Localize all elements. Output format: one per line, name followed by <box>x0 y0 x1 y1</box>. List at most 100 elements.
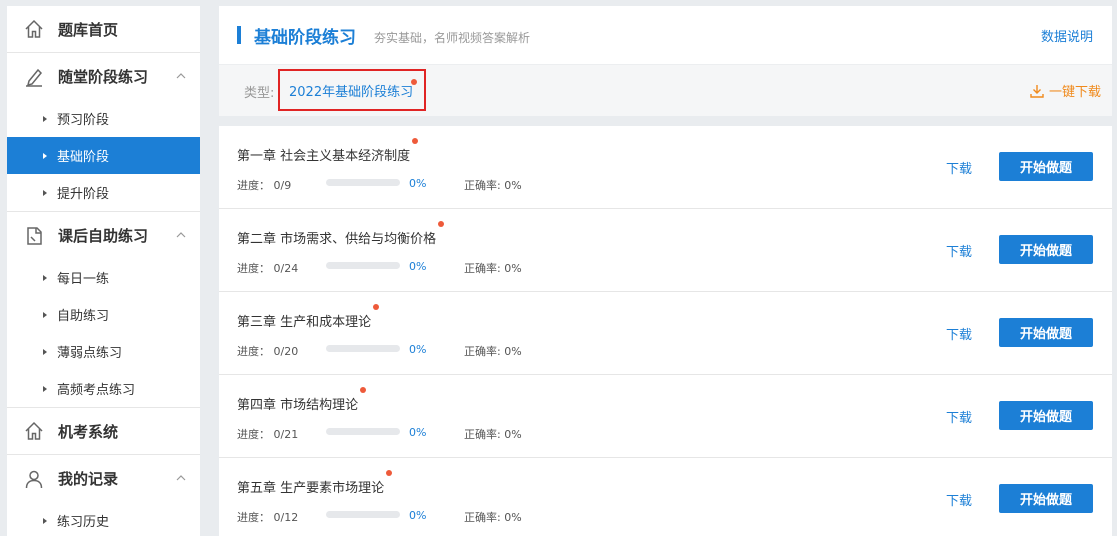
progress-count: 0/20 <box>273 345 299 358</box>
progress-text: 进度： 0/9 <box>237 177 291 193</box>
progress-bar <box>326 179 400 186</box>
new-dot <box>412 138 419 144</box>
notebook-icon <box>23 225 45 247</box>
download-link[interactable]: 下载 <box>946 158 972 177</box>
start-practice-button[interactable]: 开始做题 <box>999 235 1093 264</box>
sidebar-item-exam[interactable]: 机考系统 <box>7 408 200 455</box>
sidebar-item-preview[interactable]: 预习阶段 <box>7 100 200 137</box>
header-panel: 基础阶段练习 夯实基础，名师视频答案解析 数据说明 类型: 2022年基础阶段练… <box>219 6 1112 116</box>
sidebar-group-label: 我的记录 <box>58 470 119 488</box>
start-practice-button[interactable]: 开始做题 <box>999 152 1093 181</box>
chevron-up-icon[interactable] <box>176 71 186 81</box>
download-all-button[interactable]: 一键下载 <box>1030 81 1101 100</box>
progress-count: 0/12 <box>273 511 299 524</box>
progress-label: 进度： <box>237 345 270 358</box>
chapter-list: 第一章 社会主义基本经济制度 进度： 0/9 0% 正确率: 0% 下载 开始做题 第二章 … <box>219 126 1112 536</box>
data-description-link[interactable]: 数据说明 <box>1041 26 1093 45</box>
progress-count: 0/9 <box>273 179 292 192</box>
sidebar: 题库首页 随堂阶段练习 预习阶段 基础阶段 提升阶段 课后自助练习 每日一练 自… <box>7 6 200 536</box>
sidebar-item-label: 每日一练 <box>57 272 110 287</box>
start-practice-button[interactable]: 开始做题 <box>999 484 1093 513</box>
accuracy-text: 正确率: 0% <box>464 179 522 192</box>
type-label: 类型: <box>244 86 275 101</box>
header-title-row: 基础阶段练习 夯实基础，名师视频答案解析 数据说明 <box>219 6 1112 64</box>
sidebar-item-label: 题库首页 <box>58 20 119 39</box>
accuracy-text: 正确率: 0% <box>464 262 522 275</box>
progress-percent: 0% <box>409 260 427 273</box>
download-all-label: 一键下载 <box>1048 85 1101 100</box>
type-option-selected[interactable]: 2022年基础阶段练习 <box>278 69 426 111</box>
home-icon <box>23 18 45 40</box>
sidebar-item-label: 提升阶段 <box>57 187 110 202</box>
sidebar-item-label: 高频考点练习 <box>57 383 136 398</box>
new-dot <box>360 387 367 393</box>
caret-right-icon <box>43 152 47 159</box>
sidebar-item-weak[interactable]: 薄弱点练习 <box>7 333 200 370</box>
chapter-title-text: 第一章 社会主义基本经济制度 <box>237 149 411 164</box>
sidebar-group-class-practice: 随堂阶段练习 预习阶段 基础阶段 提升阶段 <box>7 53 200 212</box>
new-dot <box>438 221 445 227</box>
sidebar-group-label: 随堂阶段练习 <box>58 68 149 86</box>
sidebar-item-home[interactable]: 题库首页 <box>7 6 200 53</box>
sidebar-item-basic[interactable]: 基础阶段 <box>7 137 200 174</box>
download-link[interactable]: 下载 <box>946 324 972 343</box>
caret-right-icon <box>43 274 47 281</box>
page-subtitle: 夯实基础，名师视频答案解析 <box>374 30 531 45</box>
sidebar-group-records: 我的记录 练习历史 <box>7 455 200 536</box>
progress-percent: 0% <box>409 343 427 356</box>
sidebar-item-label: 机考系统 <box>58 422 119 441</box>
sidebar-group-title[interactable]: 课后自助练习 <box>7 212 200 259</box>
sidebar-group-title[interactable]: 随堂阶段练习 <box>7 53 200 100</box>
sidebar-item-history[interactable]: 练习历史 <box>7 502 200 536</box>
download-link[interactable]: 下载 <box>946 407 972 426</box>
download-icon <box>1030 84 1044 98</box>
type-filter-row: 类型: 2022年基础阶段练习 一键下载 <box>219 64 1112 116</box>
chapter-row: 第一章 社会主义基本经济制度 进度： 0/9 0% 正确率: 0% 下载 开始做题 <box>219 126 1112 209</box>
sidebar-item-label: 预习阶段 <box>57 113 110 128</box>
progress-label: 进度： <box>237 262 270 275</box>
user-icon <box>23 468 45 490</box>
chevron-up-icon[interactable] <box>176 230 186 240</box>
chapter-row: 第二章 市场需求、供给与均衡价格 进度： 0/24 0% 正确率: 0% 下载 开始做题 <box>219 209 1112 292</box>
sidebar-item-label: 自助练习 <box>57 309 110 324</box>
progress-count: 0/21 <box>273 428 299 441</box>
accuracy-text: 正确率: 0% <box>464 511 522 524</box>
sidebar-group-title[interactable]: 我的记录 <box>7 455 200 502</box>
chapter-title-text: 第五章 生产要素市场理论 <box>237 481 385 496</box>
sidebar-item-frequent[interactable]: 高频考点练习 <box>7 370 200 407</box>
accuracy-text: 正确率: 0% <box>464 428 522 441</box>
sidebar-group-self-practice: 课后自助练习 每日一练 自助练习 薄弱点练习 高频考点练习 <box>7 212 200 408</box>
sidebar-group-label: 课后自助练习 <box>58 227 149 245</box>
progress-percent: 0% <box>409 509 427 522</box>
sidebar-item-label: 练习历史 <box>57 515 110 530</box>
chapter-row: 第三章 生产和成本理论 进度： 0/20 0% 正确率: 0% 下载 开始做题 <box>219 292 1112 375</box>
progress-bar <box>326 345 400 352</box>
download-link[interactable]: 下载 <box>946 490 972 509</box>
progress-count: 0/24 <box>273 262 299 275</box>
progress-bar <box>326 428 400 435</box>
progress-bar <box>326 511 400 518</box>
caret-right-icon <box>43 115 47 122</box>
start-practice-button[interactable]: 开始做题 <box>999 318 1093 347</box>
caret-right-icon <box>43 311 47 318</box>
chapter-row: 第五章 生产要素市场理论 进度： 0/12 0% 正确率: 0% 下载 开始做题 <box>219 458 1112 536</box>
new-dot <box>411 79 417 85</box>
chapter-title: 第三章 生产和成本理论 <box>237 304 380 330</box>
type-option-label: 2022年基础阶段练习 <box>289 84 414 100</box>
chevron-up-icon[interactable] <box>176 473 186 483</box>
sidebar-item-advanced[interactable]: 提升阶段 <box>7 174 200 211</box>
progress-label: 进度： <box>237 428 270 441</box>
chapter-title: 第四章 市场结构理论 <box>237 387 367 413</box>
start-practice-button[interactable]: 开始做题 <box>999 401 1093 430</box>
progress-text: 进度： 0/24 <box>237 260 298 276</box>
sidebar-item-self[interactable]: 自助练习 <box>7 296 200 333</box>
progress-label: 进度： <box>237 511 270 524</box>
progress-label: 进度： <box>237 179 270 192</box>
new-dot <box>373 304 380 310</box>
chapter-title-text: 第二章 市场需求、供给与均衡价格 <box>237 232 437 247</box>
sidebar-item-daily[interactable]: 每日一练 <box>7 259 200 296</box>
progress-text: 进度： 0/20 <box>237 343 298 359</box>
progress-text: 进度： 0/12 <box>237 509 298 525</box>
progress-percent: 0% <box>409 177 427 190</box>
download-link[interactable]: 下载 <box>946 241 972 260</box>
